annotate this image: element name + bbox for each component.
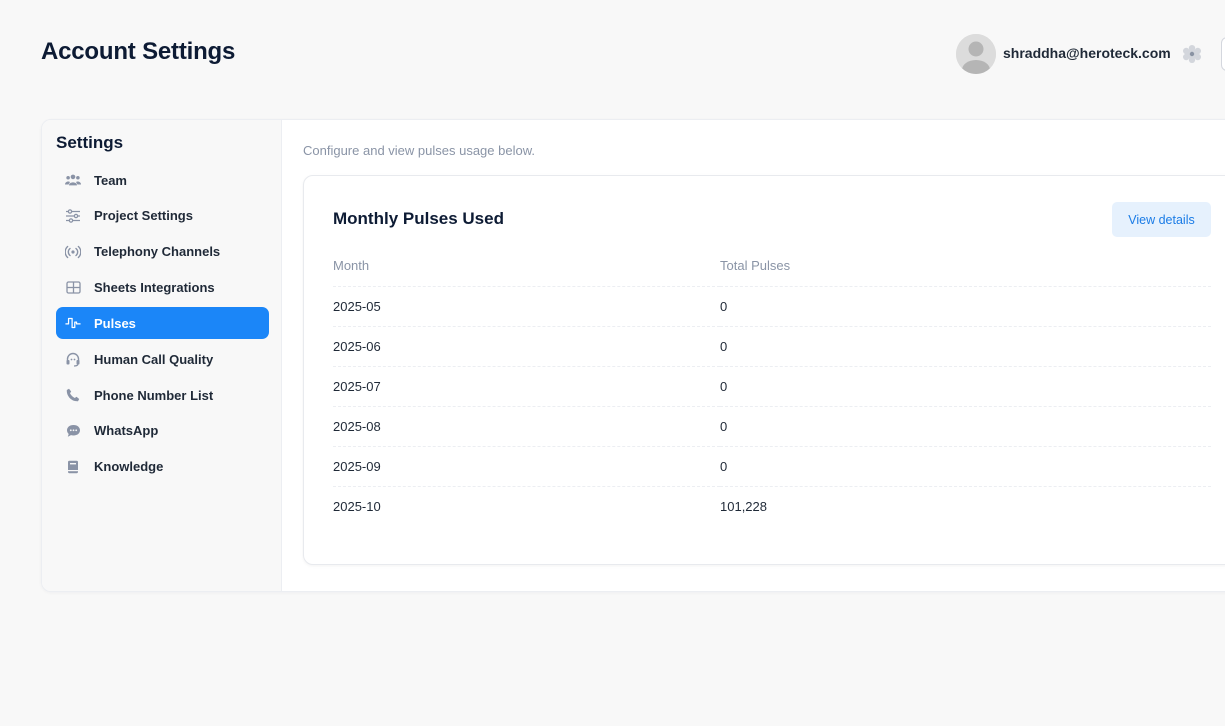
cell-total-pulses: 0 bbox=[720, 406, 1211, 447]
table-row: 2025-06 0 bbox=[333, 326, 1211, 367]
cell-month: 2025-09 bbox=[333, 446, 720, 487]
table-row: 2025-05 0 bbox=[333, 286, 1211, 327]
book-icon bbox=[65, 459, 81, 475]
cell-month: 2025-10 bbox=[333, 498, 381, 514]
cell-month: 2025-06 bbox=[333, 326, 720, 367]
user-email: shraddha@heroteck.com bbox=[1003, 45, 1171, 61]
page-title: Account Settings bbox=[41, 38, 236, 65]
pulses-table: Month Total Pulses 2025-05 0 2025-06 0 2… bbox=[333, 246, 1211, 526]
team-icon bbox=[65, 172, 81, 188]
sidebar-item-label: Team bbox=[94, 172, 127, 188]
card-title: Monthly Pulses Used bbox=[333, 209, 504, 228]
pulses-card: Monthly Pulses Used View details Month T… bbox=[303, 175, 1225, 565]
settings-panel: Settings Team Project Settings Telephony… bbox=[41, 119, 1225, 592]
sidebar-item-label: Sheets Integrations bbox=[94, 280, 215, 296]
sidebar-item-phone-number-list[interactable]: Phone Number List bbox=[56, 379, 269, 411]
sidebar-item-telephony-channels[interactable]: Telephony Channels bbox=[56, 236, 269, 268]
chat-icon bbox=[65, 423, 81, 439]
header-action-button[interactable] bbox=[1221, 37, 1225, 71]
sidebar-item-label: Telephony Channels bbox=[94, 244, 221, 260]
user-menu[interactable]: shraddha@heroteck.com bbox=[956, 34, 1202, 74]
sidebar-item-knowledge[interactable]: Knowledge bbox=[56, 451, 269, 483]
view-details-button[interactable]: View details bbox=[1112, 202, 1211, 237]
cell-total-pulses: 101,228 bbox=[720, 498, 767, 514]
settings-sidebar: Settings Team Project Settings Telephony… bbox=[42, 120, 282, 591]
table-header-row: Month Total Pulses bbox=[333, 246, 1211, 287]
table-row: 2025-09 0 bbox=[333, 446, 1211, 487]
user-avatar-icon[interactable] bbox=[956, 34, 996, 74]
sidebar-item-label: Knowledge bbox=[94, 459, 164, 475]
sidebar-item-label: WhatsApp bbox=[94, 423, 159, 439]
cell-total-pulses: 0 bbox=[720, 326, 1211, 367]
sidebar-item-pulses[interactable]: Pulses bbox=[56, 307, 269, 340]
pulse-icon bbox=[65, 315, 81, 331]
cell-month: 2025-07 bbox=[333, 366, 720, 407]
cell-month: 2025-08 bbox=[333, 406, 720, 447]
column-header-month: Month bbox=[333, 246, 720, 287]
sidebar-item-label: Human Call Quality bbox=[94, 351, 214, 367]
sidebar-item-project-settings[interactable]: Project Settings bbox=[56, 200, 269, 232]
gear-icon[interactable] bbox=[1182, 44, 1202, 64]
broadcast-icon bbox=[65, 244, 81, 260]
sidebar-nav: Team Project Settings Telephony Channels… bbox=[56, 164, 269, 487]
phone-icon bbox=[65, 387, 81, 403]
sidebar-item-whatsapp[interactable]: WhatsApp bbox=[56, 415, 269, 447]
table-row: 2025-07 0 bbox=[333, 366, 1211, 407]
main-content: Configure and view pulses usage below. M… bbox=[283, 120, 1225, 591]
section-description: Configure and view pulses usage below. bbox=[303, 143, 535, 158]
sidebar-title: Settings bbox=[56, 133, 124, 152]
cell-total-pulses: 0 bbox=[720, 366, 1211, 407]
column-header-total-pulses: Total Pulses bbox=[720, 246, 1211, 287]
sidebar-item-team[interactable]: Team bbox=[56, 164, 269, 196]
grid-icon bbox=[65, 280, 81, 296]
sliders-icon bbox=[65, 208, 81, 224]
table-row: 2025-08 0 bbox=[333, 406, 1211, 447]
sidebar-item-label: Phone Number List bbox=[94, 387, 214, 403]
headset-icon bbox=[65, 351, 81, 367]
sidebar-item-label: Project Settings bbox=[94, 208, 193, 224]
sidebar-item-human-call-quality[interactable]: Human Call Quality bbox=[56, 343, 269, 375]
sidebar-item-label: Pulses bbox=[94, 315, 136, 331]
cell-total-pulses: 0 bbox=[720, 446, 1211, 487]
sidebar-item-sheets-integrations[interactable]: Sheets Integrations bbox=[56, 272, 269, 304]
cell-total-pulses: 0 bbox=[720, 286, 1211, 327]
cell-month: 2025-05 bbox=[333, 286, 720, 327]
table-row: 2025-10 101,228 bbox=[333, 486, 1211, 526]
